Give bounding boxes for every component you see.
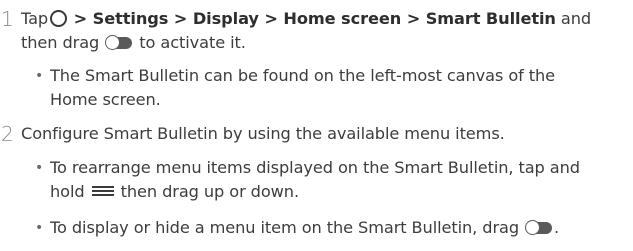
toggle-switch-icon: [105, 35, 133, 50]
path-separator: >: [401, 9, 426, 28]
period-text: .: [554, 218, 560, 237]
bullet-marker: •: [35, 68, 44, 84]
step-number: 1: [1, 7, 14, 31]
step-1-line-2: then drag to activate it.: [21, 33, 246, 53]
reorder-handle-icon: [91, 185, 114, 197]
path-separator: >: [168, 9, 193, 28]
bullet-text-line-2: Home screen.: [50, 90, 161, 109]
bullet-text-line-1: To display or hide a menu item on the Sm…: [50, 218, 559, 238]
drag-up-down-text: then drag up or down.: [120, 182, 299, 201]
bullet-text-line-1: The Smart Bulletin can be found on the l…: [50, 66, 556, 85]
step-1-and-text: and: [555, 9, 592, 28]
step-2-text: Configure Smart Bulletin by using the av…: [21, 124, 505, 143]
bullet-text-line-1: To rearrange menu items displayed on the…: [50, 158, 580, 177]
path-display: Display: [192, 9, 259, 28]
toggle-switch-icon: [525, 220, 553, 235]
bullet-marker: •: [35, 160, 44, 176]
display-hide-text: To display or hide a menu item on the Sm…: [50, 218, 519, 237]
step-1-tap-label: Tap: [21, 9, 49, 28]
step-1-line-1: Tap > Settings > Display > Home screen >…: [21, 9, 591, 29]
path-settings: Settings: [92, 9, 169, 28]
path-separator: >: [258, 9, 284, 28]
bullet-text-line-2: hold then drag up or down.: [50, 182, 299, 202]
step-1-drag-text: then drag: [21, 33, 100, 52]
bullet-marker: •: [35, 220, 44, 236]
path-home-screen: Home screen: [283, 9, 402, 28]
step-number: 2: [1, 122, 14, 146]
home-circle-icon: [50, 10, 68, 27]
path-smart-bulletin: Smart Bulletin: [425, 9, 556, 28]
step-1-activate-text: to activate it.: [139, 33, 246, 52]
hold-text: hold: [50, 182, 85, 201]
path-separator: >: [68, 9, 93, 28]
